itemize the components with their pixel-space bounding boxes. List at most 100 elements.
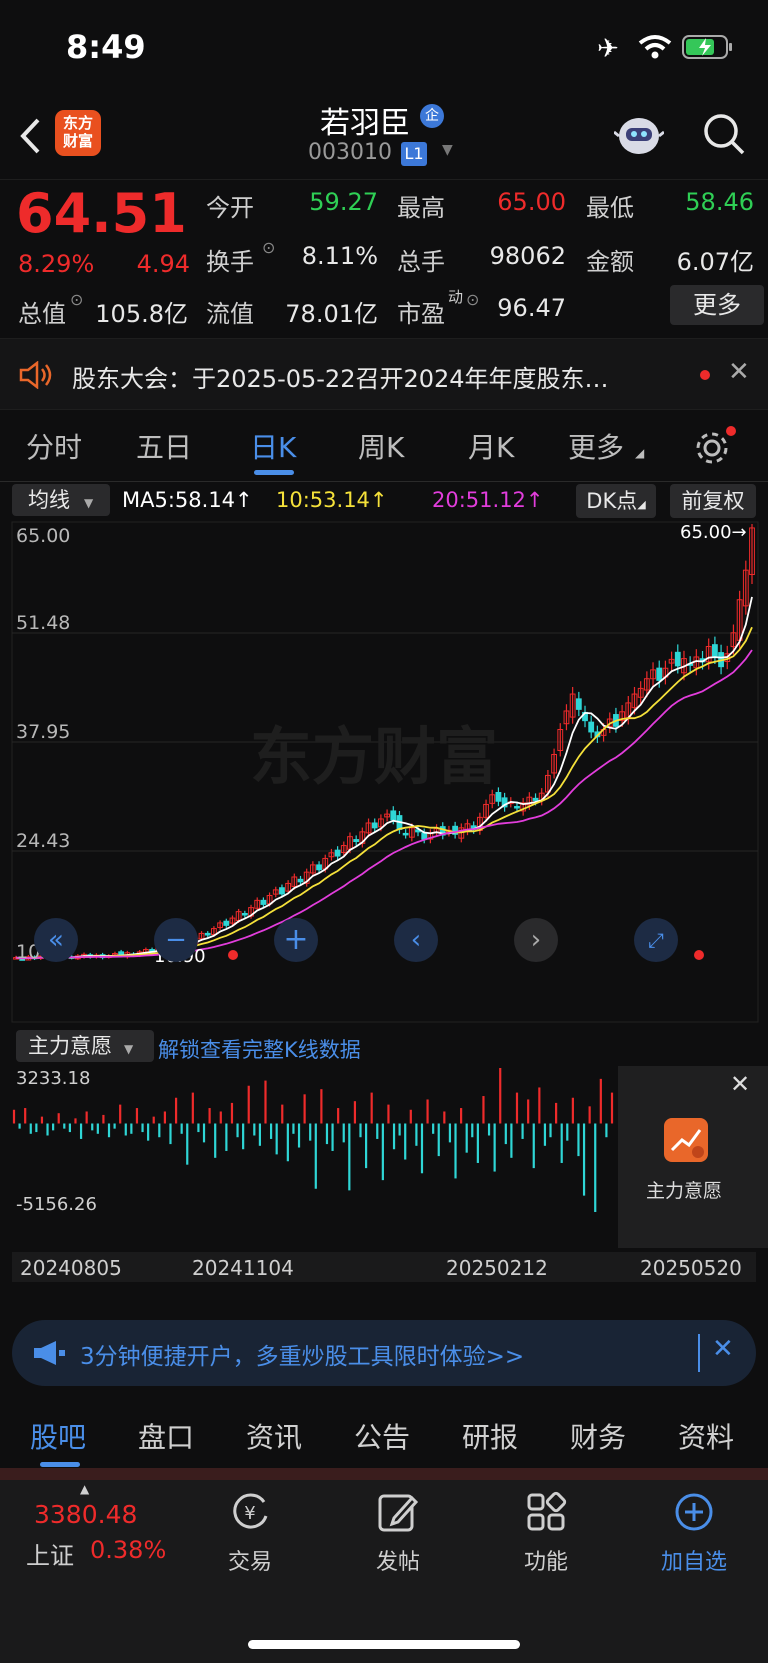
low-label: 最低: [586, 194, 634, 222]
indicator-selector[interactable]: 主力意愿 ▼: [16, 1030, 154, 1062]
unlock-link[interactable]: 解锁查看完整K线数据: [158, 1034, 361, 1064]
ma20-line: [15, 649, 753, 960]
candle-body: [334, 849, 341, 857]
more-caret-icon: ◢: [635, 446, 645, 460]
open-value: 59.27: [309, 188, 378, 216]
stock-code: 003010: [308, 140, 392, 165]
ma10-value: 10:53.14↑: [276, 488, 388, 512]
scroll-right-button[interactable]: ›: [514, 918, 558, 962]
quote-panel: 64.51 8.29% 4.94 总值 ⊙ 105.8亿 今开 59.27 最高…: [0, 182, 768, 332]
tab-guba[interactable]: 股吧: [30, 1416, 86, 1456]
dk-point-button[interactable]: DK点◢: [576, 484, 656, 518]
indicator-min-label: -5156.26: [16, 1194, 97, 1215]
pe-info-icon[interactable]: ⊙: [466, 290, 479, 309]
candle-body: [223, 920, 230, 926]
adjust-button[interactable]: 前复权: [670, 484, 756, 518]
open-label: 今开: [206, 194, 254, 222]
max-price-label: 65.00→: [680, 522, 747, 543]
candle-body: [241, 913, 248, 916]
watermark: 东方财富: [250, 720, 498, 793]
indicator-card-close-icon[interactable]: ✕: [730, 1070, 750, 1098]
low-value: 58.46: [685, 188, 754, 216]
promo-banner[interactable]: 3分钟便捷开户，多重炒股工具限时体验>> ✕: [12, 1320, 756, 1386]
airplane-icon: ✈: [597, 34, 619, 64]
ma-selector[interactable]: 均线 ▼: [12, 484, 110, 516]
ma10-text: 10:53.14: [276, 488, 370, 512]
indicator-card[interactable]: ✕ 主力意愿: [618, 1066, 768, 1248]
dropdown-caret-icon[interactable]: ▼: [442, 142, 453, 158]
rewind-button[interactable]: «: [34, 918, 78, 962]
candle-body: [711, 644, 718, 657]
eastmoney-logo[interactable]: 东方 财富: [55, 110, 101, 156]
turnover-info-icon[interactable]: ⊙: [262, 238, 275, 257]
mktcap-value: 105.8亿: [95, 300, 188, 328]
tab-intraday[interactable]: 分时: [26, 426, 82, 466]
nav-add-watchlist[interactable]: 加自选: [634, 1490, 754, 1576]
index-percent[interactable]: 0.38%: [90, 1536, 166, 1564]
date-label: 20250212: [446, 1256, 548, 1280]
index-value[interactable]: 3380.48: [34, 1500, 137, 1529]
nav-trade-label: 交易: [227, 1550, 272, 1575]
nav-functions[interactable]: 功能: [486, 1490, 606, 1576]
wifi-icon: [638, 35, 672, 59]
y-tick-label: 51.48: [16, 612, 70, 634]
nav-post-label: 发帖: [375, 1550, 420, 1575]
search-icon[interactable]: [702, 112, 746, 156]
y-tick-label: 37.95: [16, 721, 70, 743]
info-icon[interactable]: ⊙: [70, 290, 83, 309]
mktcap-label: 总值: [18, 300, 66, 328]
back-icon[interactable]: [18, 116, 42, 156]
banner-close-icon[interactable]: ✕: [712, 1334, 734, 1364]
settings-gear-icon[interactable]: [694, 430, 730, 466]
pe-dynamic-sup: 动: [448, 288, 464, 306]
ma20-text: 20:51.12: [432, 488, 526, 512]
battery-icon: [682, 35, 732, 59]
tab-finance[interactable]: 财务: [570, 1416, 626, 1456]
scroll-left-button[interactable]: ‹: [394, 918, 438, 962]
tab-pankou[interactable]: 盘口: [138, 1416, 194, 1456]
candle-body: [575, 698, 582, 710]
nav-post[interactable]: 发帖: [338, 1490, 458, 1576]
notice-close-icon[interactable]: ✕: [728, 357, 750, 387]
tab-more[interactable]: 更多: [568, 426, 624, 466]
float-label: 流值: [206, 300, 254, 328]
robot-assistant-icon[interactable]: [614, 110, 664, 160]
candle-body: [371, 822, 378, 829]
volume-label: 总手: [397, 248, 445, 276]
fullscreen-button[interactable]: ⤢: [634, 918, 678, 962]
kline-chart[interactable]: 东方财富 65.0051.4837.9524.4310.9065.00→10.9…: [0, 520, 768, 1025]
indicator-panel: 主力意愿 ▼ 解锁查看完整K线数据 3233.18 -5156.26 ✕ 主力意愿 …: [0, 1028, 768, 1308]
more-button[interactable]: 更多: [670, 285, 764, 325]
index-caret-icon: ▲: [80, 1482, 90, 1496]
level-badge[interactable]: L1: [401, 142, 427, 166]
main-force-icon: [664, 1118, 708, 1162]
index-name[interactable]: 上证: [26, 1536, 74, 1571]
svg-text:¥: ¥: [244, 1503, 255, 1524]
unread-dot: [700, 370, 710, 380]
tab-profile[interactable]: 资料: [678, 1416, 734, 1456]
settings-badge-dot: [726, 426, 736, 436]
content-tabs: 股吧 盘口 资讯 公告 研报 财务 资料: [0, 1400, 768, 1470]
turnover-label: 换手: [206, 248, 254, 276]
candle-body: [674, 651, 681, 667]
nav-trade[interactable]: ¥ 交易: [190, 1490, 310, 1576]
tab-announcements[interactable]: 公告: [354, 1416, 410, 1456]
high-label: 最高: [397, 194, 445, 222]
tab-weekly-k[interactable]: 周K: [358, 426, 404, 466]
functions-grid-icon: [527, 1491, 567, 1531]
tab-monthly-k[interactable]: 月K: [468, 426, 514, 466]
change-amount: 4.94: [136, 250, 190, 278]
current-price: 64.51: [16, 182, 187, 245]
tab-daily-k[interactable]: 日K: [250, 426, 296, 466]
tab-research[interactable]: 研报: [462, 1416, 518, 1456]
tab-five-day[interactable]: 五日: [136, 426, 192, 466]
zoom-in-button[interactable]: +: [274, 918, 318, 962]
y-tick-label: 24.43: [16, 830, 70, 852]
candle-body: [353, 839, 360, 843]
notice-bar[interactable]: 股东大会：于2025-05-22召开2024年年度股东… ✕: [0, 338, 768, 410]
volume-value: 98062: [489, 242, 566, 270]
notice-text: 股东大会：于2025-05-22召开2024年年度股东…: [72, 365, 609, 393]
tab-news[interactable]: 资讯: [246, 1416, 302, 1456]
ma5-value: MA5:58.14↑: [122, 488, 253, 512]
zoom-out-button[interactable]: −: [154, 918, 198, 962]
